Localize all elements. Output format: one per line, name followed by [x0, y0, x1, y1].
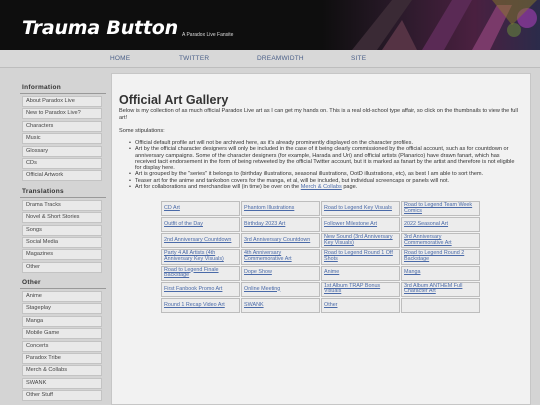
nav-twitter[interactable]: TWITTER [179, 55, 209, 62]
gallery-row: Party 4 All Artists (4th Anniversary Key… [161, 249, 480, 265]
gallery-link-rtl-round-2[interactable]: Road to Legend Round 2 Backstage [401, 249, 480, 265]
sidebar-item-novels[interactable]: Novel & Short Stories [22, 212, 102, 224]
sidebar-item-songs[interactable]: Songs [22, 224, 102, 236]
sidebar-item-paradox-tribe[interactable]: Paradox Tribe [22, 353, 102, 365]
sidebar-item-merch-collabs[interactable]: Merch & Collabs [22, 365, 102, 377]
stipulation-text: Art for collaborations and merchandise w… [135, 184, 301, 191]
gallery-row: 2nd Anniversary Countdown 3rd Anniversar… [161, 233, 480, 249]
gallery-link-fanbook[interactable]: First Fanbook Promo Art [161, 281, 240, 297]
gallery-link-cd-art[interactable]: CD Art [161, 201, 240, 217]
sidebar: Information About Paradox Live New to Pa… [20, 83, 106, 403]
gallery-link-birthday-2023[interactable]: Birthday 2023 Art [241, 217, 320, 233]
gallery-row: First Fanbook Promo Art Online Meeting 1… [161, 281, 480, 297]
sidebar-item-new[interactable]: New to Paradox Live? [22, 108, 102, 120]
sidebar-item-drama-tracks[interactable]: Drama Tracks [22, 199, 102, 211]
gallery-link-rtl-round-1[interactable]: Road to Legend Round 1 Off Shots [321, 249, 400, 265]
stipulations-list: Official default profile art will not be… [129, 140, 521, 191]
stipulation-item: Art by the official character designers … [129, 146, 521, 171]
sidebar-item-translations-other[interactable]: Other [22, 261, 102, 273]
nav-site[interactable]: SITE [351, 55, 366, 62]
sidebar-item-anime[interactable]: Anime [22, 291, 102, 303]
sidebar-item-social-media[interactable]: Social Media [22, 236, 102, 248]
gallery-table: CD Art Phantom Illustrations Road to Leg… [160, 200, 481, 314]
gallery-link-rtl-team-week[interactable]: Road to Legend Team Week Comics [401, 201, 480, 217]
gallery-link-2nd-anniv-countdown[interactable]: 2nd Anniversary Countdown [161, 233, 240, 249]
sidebar-item-about[interactable]: About Paradox Live [22, 96, 102, 107]
gallery-link-anthem-art[interactable]: 3rd Album ANTHEM Full Character Art [401, 281, 480, 297]
sidebar-item-swank[interactable]: SWANK [22, 377, 102, 389]
sidebar-item-glossary[interactable]: Glossary [22, 145, 102, 157]
gallery-link-manga[interactable]: Manga [401, 265, 480, 281]
top-nav: HOME TWITTER DREAMWIDTH SITE [0, 50, 540, 68]
gallery-row: Round 1 Recap Video Art SWANK Other [161, 297, 480, 313]
gallery-link-follower-milestone[interactable]: Follower Milestone Art [321, 217, 400, 233]
gallery-link-outfit-of-the-day[interactable]: Outfit of the Day [161, 217, 240, 233]
gallery-link-phantom[interactable]: Phantom Illustrations [241, 201, 320, 217]
sidebar-item-magazines[interactable]: Magazines [22, 249, 102, 261]
gallery-row: Outfit of the Day Birthday 2023 Art Foll… [161, 217, 480, 233]
gallery-link-online-meeting[interactable]: Online Meeting [241, 281, 320, 297]
gallery-link-4th-anniv-art[interactable]: 4th Anniversary Commemorative Art [241, 249, 320, 265]
sidebar-item-concerts[interactable]: Concerts [22, 340, 102, 352]
gallery-row: Road to Legend Finale Backstage Dope Sho… [161, 265, 480, 281]
gallery-link-dope-show[interactable]: Dope Show [241, 265, 320, 281]
gallery-link-swank[interactable]: SWANK [241, 297, 320, 313]
gallery-link-3rd-anniv-art[interactable]: 3rd Anniversary Commemorative Art [401, 233, 480, 249]
gallery-link-party-4-all[interactable]: Party 4 All Artists (4th Anniversary Key… [161, 249, 240, 265]
gallery-link-rtl-finale[interactable]: Road to Legend Finale Backstage [161, 265, 240, 281]
gallery-link-anime[interactable]: Anime [321, 265, 400, 281]
sidebar-heading-translations: Translations [20, 187, 106, 198]
gallery-row: CD Art Phantom Illustrations Road to Leg… [161, 201, 480, 217]
sidebar-item-music[interactable]: Music [22, 133, 102, 145]
gallery-link-rtl-key-visuals[interactable]: Road to Legend Key Visuals [321, 201, 400, 217]
merch-collabs-link[interactable]: Merch & Collabs [301, 184, 342, 190]
gallery-link-3rd-anniv-countdown[interactable]: 3rd Anniversary Countdown [241, 233, 320, 249]
header-artwork [322, 0, 540, 50]
stipulation-item: Art for collaborations and merchandise w… [129, 184, 521, 191]
sidebar-item-cds[interactable]: CDs [22, 157, 102, 169]
stipulation-text: page. [341, 184, 358, 191]
gallery-link-new-sound[interactable]: New Sound (3rd Anniversary Key Visuals) [321, 233, 400, 249]
gallery-link-trap-bonus[interactable]: 1st Album TRAP Bonus Visuals [321, 281, 400, 297]
gallery-link-2022-seasonal[interactable]: 2022 Seasonal Art [401, 217, 480, 233]
gallery-empty-cell [401, 297, 480, 313]
sidebar-item-manga[interactable]: Manga [22, 315, 102, 327]
stipulations-label: Some stipulations: [119, 128, 165, 134]
sidebar-heading-information: Information [20, 83, 106, 94]
sidebar-item-mobile-game[interactable]: Mobile Game [22, 328, 102, 340]
main-content: Official Art Gallery Below is my collect… [111, 73, 531, 405]
sidebar-item-stageplay[interactable]: Stageplay [22, 303, 102, 315]
sidebar-heading-other: Other [20, 278, 106, 290]
sidebar-item-other-stuff[interactable]: Other Stuff [22, 390, 102, 402]
page-title: Official Art Gallery [119, 93, 229, 107]
sidebar-item-characters[interactable]: Characters [22, 120, 102, 132]
sidebar-item-official-artwork[interactable]: Official Artwork [22, 170, 102, 182]
site-tagline: A Paradox Live Fansite [182, 32, 234, 38]
gallery-link-round-1-recap[interactable]: Round 1 Recap Video Art [161, 297, 240, 313]
gallery-link-other[interactable]: Other [321, 297, 400, 313]
site-header: Trauma Button A Paradox Live Fansite [0, 0, 540, 50]
intro-text: Below is my collection of as much offici… [119, 108, 518, 121]
nav-dreamwidth[interactable]: DREAMWIDTH [257, 55, 304, 62]
nav-home[interactable]: HOME [110, 55, 130, 62]
site-title[interactable]: Trauma Button [22, 17, 178, 39]
